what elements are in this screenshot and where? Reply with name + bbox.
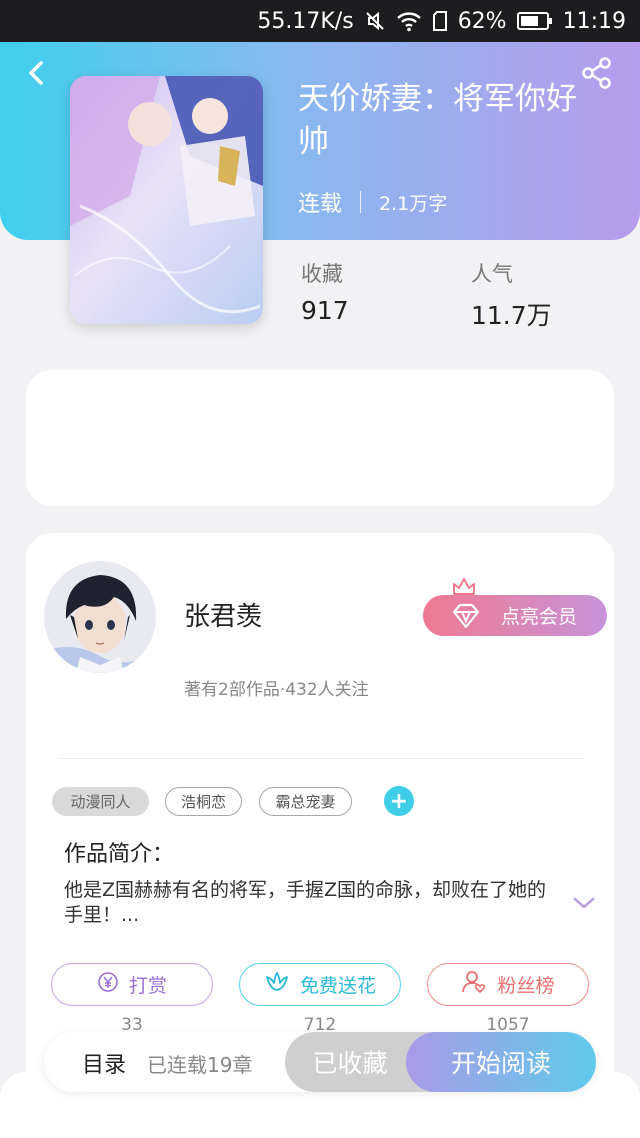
yen-icon [97, 971, 119, 998]
book-cover[interactable] [70, 76, 263, 324]
divider [60, 758, 584, 759]
intro-title: 作品简介： [64, 842, 175, 867]
chapter-count[interactable]: 已连载19章 [147, 1049, 252, 1078]
empty-card [26, 370, 614, 506]
book-title: 天价娇妻：将军你好帅 [298, 81, 577, 160]
start-reading-button[interactable]: 开始阅读 [406, 1032, 596, 1092]
intro-text: 他是Z国赫赫有名的将军，手握Z国的命脉，却败在了她的手里！... [64, 879, 547, 926]
word-count: 2.1万字 [379, 192, 448, 215]
chevron-down-icon[interactable] [572, 895, 596, 911]
tip-label: 打赏 [128, 975, 167, 997]
vip-button[interactable]: 点亮会员 [423, 595, 607, 636]
mute-icon [364, 10, 386, 32]
sim-icon [432, 10, 448, 32]
fan-ranking-button[interactable]: 粉丝榜 [427, 963, 589, 1006]
send-flower-button[interactable]: 免费送花 [239, 963, 401, 1006]
favorites-value: 917 [301, 296, 349, 325]
tag-item[interactable]: 浩桐恋 [165, 787, 242, 816]
battery-percent: 62% [457, 8, 507, 34]
author-meta: 著有2部作品·432人关注 [184, 680, 369, 700]
tag-item[interactable]: 霸总宠妻 [259, 787, 352, 816]
tip-button[interactable]: 打赏 [51, 963, 213, 1006]
book-status-line: 连载 2.1万字 [298, 186, 447, 218]
popularity-value: 11.7万 [471, 301, 552, 330]
tag-item[interactable]: 动漫同人 [52, 787, 149, 816]
author-name[interactable]: 张君羡 [184, 596, 262, 633]
fans-icon [461, 970, 487, 999]
back-arrow-icon[interactable] [22, 58, 52, 88]
flower-label: 免费送花 [299, 975, 376, 997]
author-avatar[interactable] [44, 561, 156, 673]
battery-icon [516, 11, 553, 31]
clock: 11:19 [562, 8, 626, 34]
popularity-label: 人气 [471, 262, 513, 286]
diamond-icon [451, 603, 481, 634]
serial-status: 连载 [298, 192, 343, 217]
add-tag-button[interactable]: + [384, 786, 414, 816]
status-divider [360, 191, 362, 213]
vip-button-label: 点亮会员 [500, 606, 577, 628]
fans-label: 粉丝榜 [497, 975, 555, 997]
favorites-label: 收藏 [301, 262, 343, 286]
toc-button[interactable]: 目录 [82, 1047, 126, 1079]
status-bar: 55.17K/s 62% 11:19 [0, 0, 640, 42]
flower-icon [264, 971, 290, 998]
network-speed: 55.17K/s [257, 8, 354, 34]
wifi-icon [396, 10, 422, 32]
